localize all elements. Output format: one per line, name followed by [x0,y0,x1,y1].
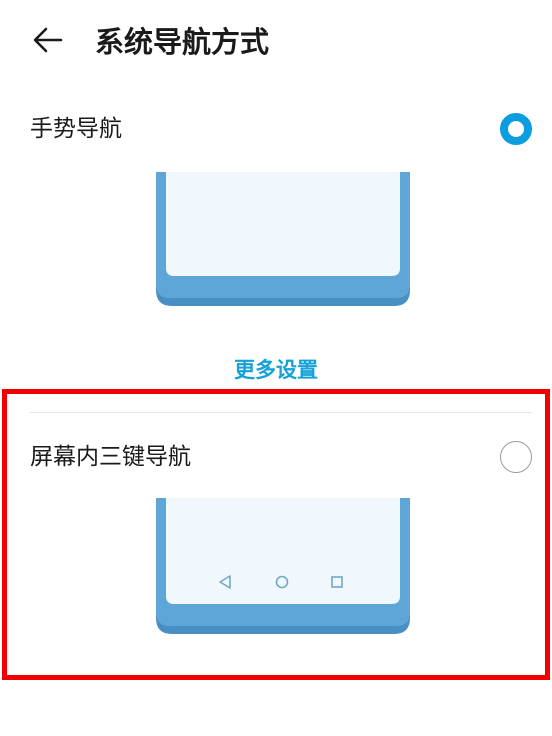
more-settings-link[interactable]: 更多设置 [0,352,552,388]
gesture-nav-radio[interactable] [500,113,532,145]
page-title: 系统导航方式 [95,25,270,59]
highlight-box [2,389,550,680]
top-app-bar: 系统导航方式 [0,0,552,84]
arrow-left-icon [31,23,65,61]
gesture-nav-phone-illustration [156,172,410,312]
system-navigation-page: 系统导航方式 手势导航 更多设置 屏幕内三键导航 [0,0,552,736]
gesture-nav-label: 手势导航 [30,116,122,142]
back-button[interactable] [28,22,68,62]
